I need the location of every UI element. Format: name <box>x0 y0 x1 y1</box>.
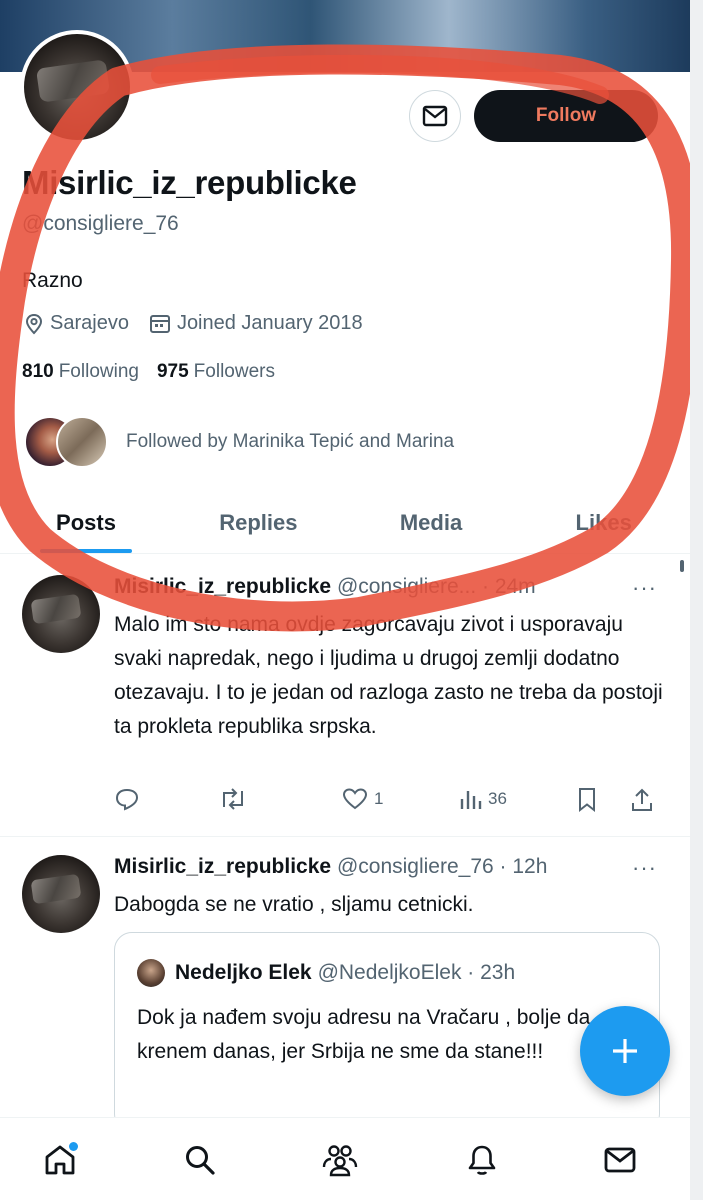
following-link[interactable]: 810 Following <box>22 361 139 383</box>
following-count: 810 <box>22 361 54 382</box>
post-handle-time: @consigliere_76 · 12h <box>336 855 548 878</box>
follow-button-label: Follow <box>535 105 597 126</box>
post-text: Dabogda se ne vratio , sljamu cetnicki. <box>114 893 474 916</box>
tab-replies[interactable]: Replies <box>172 492 345 553</box>
profile-location: Sarajevo <box>24 312 129 335</box>
plus-icon <box>613 1039 637 1063</box>
calendar-icon <box>149 314 170 333</box>
followed-by-text: Followed by Marinika Tepić and Marina <box>126 431 455 452</box>
post-avatar[interactable] <box>22 855 100 933</box>
tab-posts[interactable]: Posts <box>0 492 172 553</box>
post-text: Malo im sto nama ovdje zagorcavaju zivot… <box>114 613 663 738</box>
profile-counts: 810 Following 975 Followers <box>22 361 293 383</box>
bookmark-button[interactable] <box>576 787 598 813</box>
tab-media[interactable]: Media <box>345 492 518 553</box>
bookmark-icon <box>579 788 595 813</box>
quote-handle-time: @NedeljkoElek · 23h <box>317 961 516 984</box>
nav-search[interactable] <box>178 1138 222 1182</box>
post-author-name[interactable]: Misirlic_iz_republicke <box>114 575 331 598</box>
mail-icon <box>604 1147 636 1173</box>
message-button[interactable] <box>409 90 461 142</box>
profile-location-text: Sarajevo <box>50 312 129 334</box>
profile-bio: Razno <box>22 269 83 292</box>
bottom-navigation <box>0 1117 690 1200</box>
quote-text: Dok ja nađem svoju adresu na Vračaru , b… <box>137 1006 591 1063</box>
tab-likes[interactable]: Likes <box>517 492 690 553</box>
reply-icon <box>115 788 139 811</box>
profile-handle: @consigliere_76 <box>22 212 179 235</box>
followers-label: Followers <box>193 361 275 382</box>
profile-joined-text: Joined January 2018 <box>176 312 363 334</box>
more-options-icon[interactable]: ··· <box>632 855 657 881</box>
repost-icon <box>223 788 243 810</box>
views-button[interactable]: 36 <box>458 787 507 811</box>
communities-icon <box>322 1145 358 1177</box>
profile-joined: Joined January 2018 <box>149 312 363 335</box>
view-count: 36 <box>488 789 507 808</box>
nav-messages[interactable] <box>598 1138 642 1182</box>
post-handle-time: @consigliere... · 24m <box>336 575 536 598</box>
quote-avatar <box>137 959 165 987</box>
follower-avatar <box>56 416 108 468</box>
post-avatar[interactable] <box>22 575 100 653</box>
profile-page: Follow Misirlic_iz_republicke @consiglie… <box>0 0 690 1200</box>
follow-button[interactable]: Follow <box>474 90 658 142</box>
share-icon <box>632 788 652 811</box>
window-edge <box>690 0 703 1200</box>
like-button[interactable]: 1 <box>342 787 383 811</box>
post-item[interactable]: Misirlic_iz_republicke @consigliere... ·… <box>0 555 690 837</box>
bell-icon <box>468 1145 496 1175</box>
profile-avatar[interactable] <box>20 30 134 144</box>
quote-author-name: Nedeljko Elek <box>175 961 312 984</box>
analytics-icon <box>460 791 482 809</box>
post-header: Misirlic_iz_republicke @consigliere_76 ·… <box>114 855 547 879</box>
share-button[interactable] <box>630 787 654 813</box>
more-options-icon[interactable]: ··· <box>632 575 657 601</box>
followers-count: 975 <box>156 361 189 382</box>
notification-dot <box>69 1142 78 1151</box>
quote-header: Nedeljko Elek @NedeljkoElek · 23h <box>137 959 515 987</box>
following-label: Following <box>58 361 139 382</box>
quoted-post[interactable]: Nedeljko Elek @NedeljkoElek · 23h Dok ja… <box>114 932 660 1132</box>
nav-communities[interactable] <box>318 1138 362 1182</box>
compose-button[interactable] <box>580 1006 670 1096</box>
search-icon <box>186 1146 215 1175</box>
nav-notifications[interactable] <box>460 1138 504 1182</box>
post-actions: 1 36 <box>114 787 660 817</box>
nav-home[interactable] <box>38 1138 82 1182</box>
mail-icon <box>422 105 448 127</box>
reply-button[interactable] <box>114 787 140 811</box>
profile-display-name: Misirlic_iz_republicke <box>22 164 357 201</box>
followed-by[interactable]: Followed by Marinika Tepić and Marina <box>24 416 454 468</box>
post-author-name[interactable]: Misirlic_iz_republicke <box>114 855 331 878</box>
post-header: Misirlic_iz_republicke @consigliere... ·… <box>114 575 536 599</box>
followers-link[interactable]: 975 Followers <box>157 361 275 383</box>
heart-icon <box>342 788 368 810</box>
profile-meta: Sarajevo Joined January 2018 <box>24 312 383 335</box>
repost-button[interactable] <box>218 787 248 811</box>
like-count: 1 <box>374 789 384 808</box>
location-pin-icon <box>25 313 43 334</box>
profile-tabs: Posts Replies Media Likes <box>0 492 690 554</box>
